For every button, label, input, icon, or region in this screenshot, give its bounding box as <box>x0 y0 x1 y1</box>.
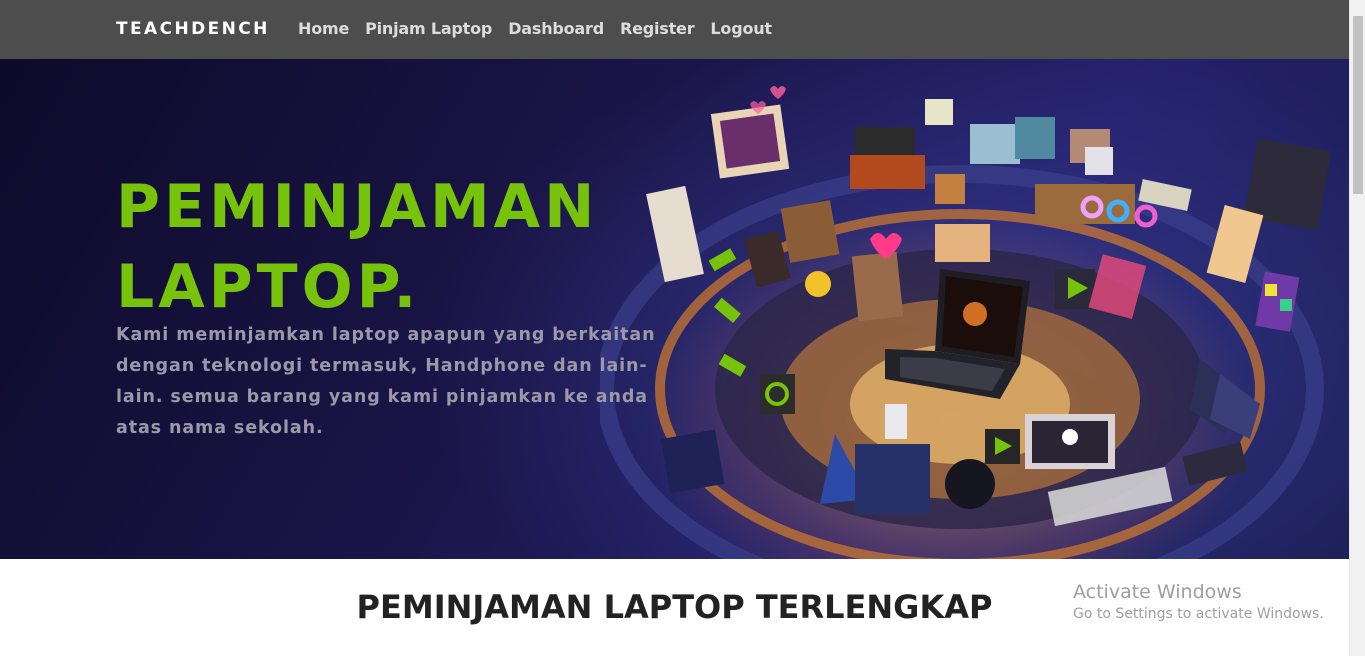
hero-title-line-2: LAPTOP. <box>116 252 421 322</box>
brand-logo[interactable]: TEACHDENCH <box>116 19 270 39</box>
nav-links: Home Pinjam Laptop Dashboard Register Lo… <box>298 19 788 38</box>
nav-link-pinjam-laptop[interactable]: Pinjam Laptop <box>365 19 492 38</box>
nav-link-dashboard[interactable]: Dashboard <box>508 19 604 38</box>
scrollbar-thumb[interactable] <box>1353 16 1363 194</box>
activate-windows-watermark: Activate Windows Go to Settings to activ… <box>1073 580 1324 624</box>
watermark-title: Activate Windows <box>1073 581 1242 603</box>
nav-link-register[interactable]: Register <box>620 19 695 38</box>
hero-description: Kami meminjamkan laptop apapun yang berk… <box>116 325 656 438</box>
nav-link-logout[interactable]: Logout <box>710 19 772 38</box>
watermark-subtitle: Go to Settings to activate Windows. <box>1073 606 1324 622</box>
hero-title: PEMINJAMAN LAPTOP. <box>116 167 598 327</box>
hero-banner: PEMINJAMAN LAPTOP. Kami meminjamkan lapt… <box>0 59 1349 559</box>
hero-illustration <box>600 86 1332 559</box>
navbar: TEACHDENCH Home Pinjam Laptop Dashboard … <box>0 0 1349 59</box>
nav-link-home[interactable]: Home <box>298 19 349 38</box>
hero-title-line-1: PEMINJAMAN <box>116 172 599 242</box>
vertical-scrollbar[interactable] <box>1349 0 1365 656</box>
